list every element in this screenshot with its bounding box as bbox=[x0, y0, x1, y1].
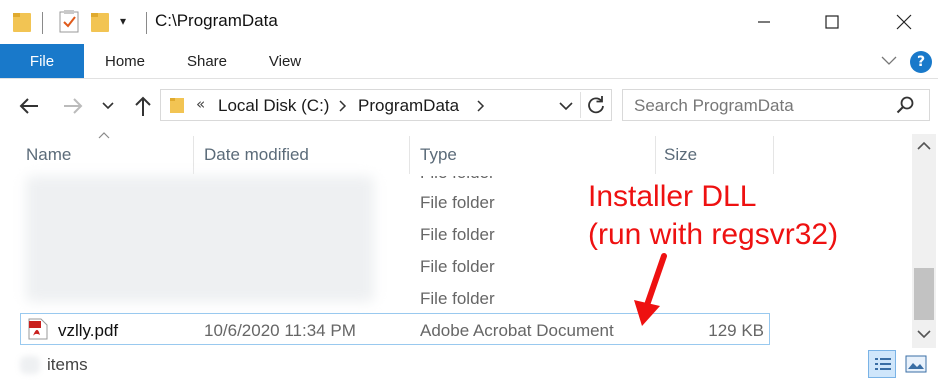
tab-share[interactable]: Share bbox=[174, 44, 240, 78]
redacted-item-count bbox=[20, 356, 40, 374]
annotation-arrow-icon bbox=[634, 253, 667, 326]
file-type[interactable]: File folder bbox=[420, 289, 495, 309]
expand-ribbon-chevron-icon[interactable] bbox=[880, 54, 898, 68]
column-divider[interactable] bbox=[773, 136, 774, 174]
search-input[interactable]: Search ProgramData bbox=[634, 96, 794, 116]
folder-icon bbox=[170, 98, 184, 113]
tab-view[interactable]: View bbox=[252, 44, 318, 78]
pdf-file-icon bbox=[28, 318, 48, 340]
folder-icon bbox=[13, 13, 31, 32]
column-divider[interactable] bbox=[409, 136, 410, 174]
annotation-line-1: Installer DLL bbox=[588, 180, 757, 213]
title-divider bbox=[146, 12, 147, 34]
up-button[interactable] bbox=[130, 92, 156, 120]
minimize-button[interactable] bbox=[744, 8, 784, 36]
annotation-line-2: (run with regsvr32) bbox=[588, 218, 839, 251]
new-folder-icon[interactable] bbox=[90, 11, 110, 33]
large-icons-view-icon bbox=[905, 355, 927, 373]
refresh-icon[interactable] bbox=[586, 95, 606, 115]
file-type: File folder bbox=[420, 176, 495, 183]
file-name[interactable]: vzlly.pdf bbox=[58, 321, 118, 341]
column-divider[interactable] bbox=[193, 136, 194, 174]
quick-access-dropdown[interactable]: ▾ bbox=[120, 14, 126, 28]
chevron-down-icon bbox=[102, 102, 114, 110]
tab-file[interactable]: File bbox=[0, 44, 84, 78]
breadcrumb-programdata[interactable]: ProgramData bbox=[358, 96, 459, 116]
breadcrumb-chevron-icon[interactable] bbox=[338, 100, 348, 112]
maximize-icon bbox=[825, 15, 839, 29]
file-type[interactable]: File folder bbox=[420, 257, 495, 277]
window-title: C:\ProgramData bbox=[155, 11, 278, 30]
column-divider[interactable] bbox=[655, 136, 656, 174]
search-icon[interactable] bbox=[896, 96, 914, 114]
column-header-type[interactable]: Type bbox=[420, 145, 457, 165]
file-size: 129 KB bbox=[708, 321, 764, 340]
quick-access-divider bbox=[42, 12, 43, 34]
breadcrumb-local-disk[interactable]: Local Disk (C:) bbox=[218, 96, 329, 116]
up-arrow-icon bbox=[135, 96, 151, 116]
title-bar bbox=[0, 0, 938, 44]
file-type[interactable]: File folder bbox=[420, 225, 495, 245]
close-icon bbox=[896, 14, 912, 30]
breadcrumb-overflow[interactable]: « bbox=[196, 95, 205, 113]
forward-arrow-icon bbox=[64, 98, 83, 114]
close-button[interactable] bbox=[884, 8, 924, 36]
status-items-label: items bbox=[47, 355, 88, 374]
address-history-chevron-icon[interactable] bbox=[558, 100, 574, 112]
details-view-button[interactable] bbox=[868, 350, 896, 378]
sort-ascending-icon bbox=[98, 132, 110, 139]
properties-icon[interactable] bbox=[58, 10, 80, 34]
help-button[interactable]: ? bbox=[910, 51, 932, 73]
tab-home[interactable]: Home bbox=[92, 44, 158, 78]
file-type: Adobe Acrobat Document bbox=[420, 321, 614, 340]
redacted-region bbox=[26, 176, 374, 302]
maximize-button[interactable] bbox=[812, 8, 852, 36]
column-header-date-modified[interactable]: Date modified bbox=[204, 145, 309, 165]
recent-locations-button[interactable] bbox=[98, 92, 118, 120]
file-date: 10/6/2020 11:34 PM bbox=[204, 321, 356, 340]
back-arrow-icon bbox=[19, 98, 38, 114]
file-type[interactable]: File folder bbox=[420, 193, 495, 213]
large-icons-view-button[interactable] bbox=[902, 350, 930, 378]
scrollbar-thumb[interactable] bbox=[914, 268, 934, 320]
address-divider bbox=[580, 92, 581, 118]
details-view-icon bbox=[875, 358, 891, 370]
column-header-name[interactable]: Name bbox=[26, 145, 71, 165]
breadcrumb-chevron-icon[interactable] bbox=[476, 100, 486, 112]
scroll-up-icon[interactable] bbox=[916, 140, 932, 152]
column-header-size[interactable]: Size bbox=[664, 145, 697, 165]
minimize-icon bbox=[758, 21, 770, 23]
back-button[interactable] bbox=[14, 92, 44, 120]
scroll-down-icon[interactable] bbox=[916, 328, 932, 340]
forward-button[interactable] bbox=[58, 92, 88, 120]
